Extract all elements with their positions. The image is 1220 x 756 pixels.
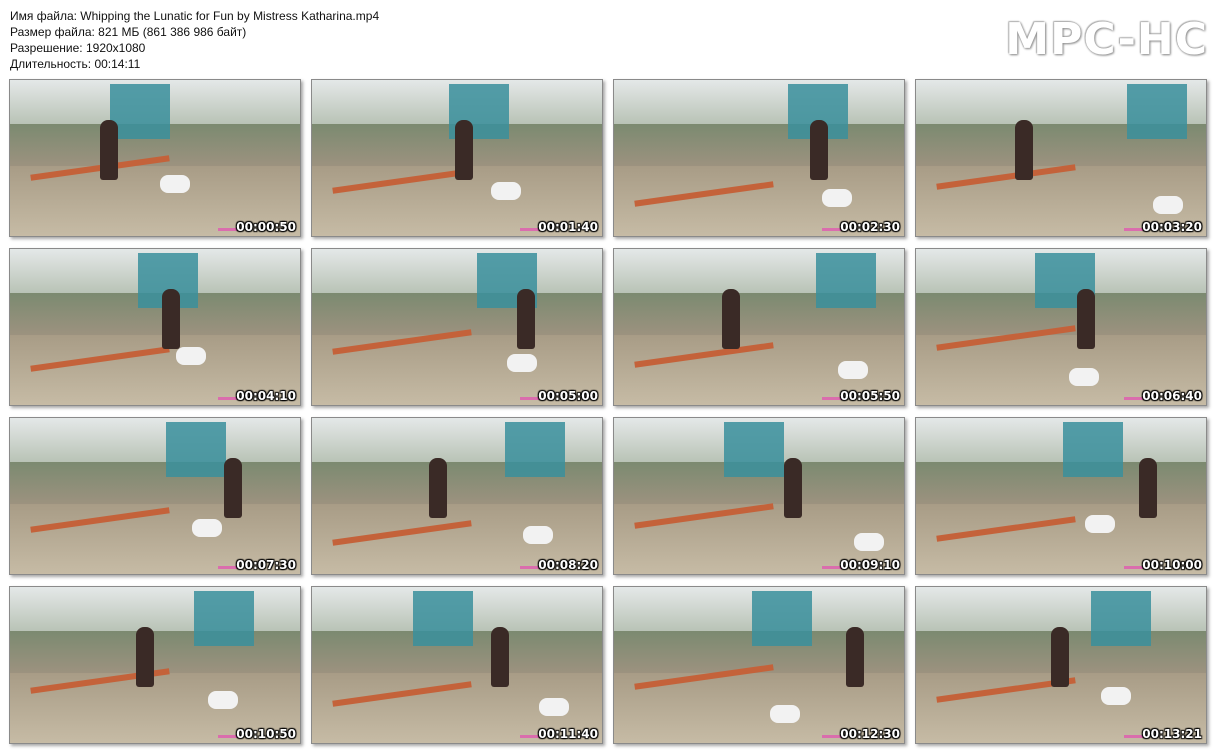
- thumbnail-timestamp: 00:12:30: [840, 727, 900, 741]
- video-thumbnail: 00:10:00: [915, 417, 1207, 575]
- thumbnail-person: [136, 627, 154, 687]
- thumbnail-person: [429, 458, 447, 518]
- video-thumbnail: 00:09:10: [613, 417, 905, 575]
- video-thumbnail: 00:13:21: [915, 586, 1207, 744]
- thumbnail-person-white: [176, 347, 206, 365]
- video-thumbnail: 00:07:30: [9, 417, 301, 575]
- thumbnail-person-white: [539, 698, 569, 716]
- thumbnail-person-white: [822, 189, 852, 207]
- video-thumbnail: 00:00:50: [9, 79, 301, 237]
- thumbnail-machinery: [1091, 591, 1151, 646]
- thumbnail-person: [1051, 627, 1069, 687]
- thumbnail-machinery: [194, 591, 254, 646]
- thumbnail-timestamp: 00:10:00: [1142, 558, 1202, 572]
- thumbnail-machinery: [413, 591, 473, 646]
- thumbnail-machinery: [816, 253, 876, 308]
- duration-line: Длительность: 00:14:11: [10, 57, 141, 71]
- thumbnail-timestamp: 00:07:30: [236, 558, 296, 572]
- thumbnail-person: [455, 120, 473, 180]
- video-thumbnail: 00:03:20: [915, 79, 1207, 237]
- thumbnail-sky: [916, 418, 1206, 462]
- thumbnail-sky: [10, 418, 300, 462]
- thumbnail-machinery: [1063, 422, 1123, 477]
- thumbnail-machinery: [110, 84, 170, 139]
- thumbnail-person-white: [838, 361, 868, 379]
- thumbnail-person: [810, 120, 828, 180]
- thumbnail-machinery: [1127, 84, 1187, 139]
- thumbnail-person: [491, 627, 509, 687]
- mpc-hc-logo: MPC-HC: [1005, 14, 1208, 65]
- thumbnail-person-white: [770, 705, 800, 723]
- thumbnail-sky: [312, 249, 602, 293]
- thumbnail-timestamp: 00:05:50: [840, 389, 900, 403]
- thumbnail-person: [784, 458, 802, 518]
- thumbnail-machinery: [505, 422, 565, 477]
- thumbnail-person: [1077, 289, 1095, 349]
- thumbnail-timestamp: 00:03:20: [1142, 220, 1202, 234]
- thumbnail-timestamp: 00:05:00: [538, 389, 598, 403]
- thumbnail-sky: [614, 80, 904, 124]
- video-thumbnail: 00:02:30: [613, 79, 905, 237]
- video-thumbnail: 00:04:10: [9, 248, 301, 406]
- video-thumbnail: 00:01:40: [311, 79, 603, 237]
- thumbnail-person: [100, 120, 118, 180]
- thumbnail-person-white: [208, 691, 238, 709]
- thumbnail-timestamp: 00:11:40: [538, 727, 598, 741]
- thumbnail-person: [722, 289, 740, 349]
- thumbnail-timestamp: 00:13:21: [1142, 727, 1202, 741]
- thumbnail-sky: [10, 587, 300, 631]
- thumbnail-timestamp: 00:00:50: [236, 220, 296, 234]
- thumbnail-timestamp: 00:10:50: [236, 727, 296, 741]
- thumbnail-person-white: [854, 533, 884, 551]
- video-thumbnail: 00:06:40: [915, 248, 1207, 406]
- thumbnail-person-white: [507, 354, 537, 372]
- thumbnail-person-white: [1153, 196, 1183, 214]
- thumbnail-person: [1139, 458, 1157, 518]
- thumbnail-person: [846, 627, 864, 687]
- thumbnail-person: [162, 289, 180, 349]
- thumbnail-timestamp: 00:08:20: [538, 558, 598, 572]
- thumbnail-person-white: [1069, 368, 1099, 386]
- thumbnail-person-white: [1101, 687, 1131, 705]
- thumbnail-person: [1015, 120, 1033, 180]
- video-thumbnail: 00:05:00: [311, 248, 603, 406]
- thumbnail-person: [517, 289, 535, 349]
- video-thumbnail: 00:08:20: [311, 417, 603, 575]
- thumbnail-timestamp: 00:06:40: [1142, 389, 1202, 403]
- thumbnail-grid: 00:00:50 00:01:40 00:02:30 00:03:20 00:04:10…: [9, 79, 1210, 749]
- thumbnail-person-white: [192, 519, 222, 537]
- thumbnail-person-white: [491, 182, 521, 200]
- video-thumbnail: 00:05:50: [613, 248, 905, 406]
- thumbnail-sky: [916, 587, 1206, 631]
- thumbnail-person: [224, 458, 242, 518]
- thumbnail-person-white: [523, 526, 553, 544]
- thumbnail-person-white: [1085, 515, 1115, 533]
- resolution-line: Разрешение: 1920x1080: [10, 41, 146, 55]
- thumbnail-timestamp: 00:01:40: [538, 220, 598, 234]
- thumbnail-machinery: [166, 422, 226, 477]
- filename-line: Имя файла: Whipping the Lunatic for Fun …: [10, 9, 380, 23]
- filesize-line: Размер файла: 821 МБ (861 386 986 байт): [10, 25, 247, 39]
- thumbnail-timestamp: 00:02:30: [840, 220, 900, 234]
- thumbnail-machinery: [752, 591, 812, 646]
- thumbnail-timestamp: 00:09:10: [840, 558, 900, 572]
- video-thumbnail: 00:12:30: [613, 586, 905, 744]
- video-thumbnail: 00:11:40: [311, 586, 603, 744]
- thumbnail-machinery: [724, 422, 784, 477]
- thumbnail-person-white: [160, 175, 190, 193]
- thumbnail-timestamp: 00:04:10: [236, 389, 296, 403]
- video-thumbnail: 00:10:50: [9, 586, 301, 744]
- file-info: Имя файла: Whipping the Lunatic for Fun …: [10, 8, 379, 72]
